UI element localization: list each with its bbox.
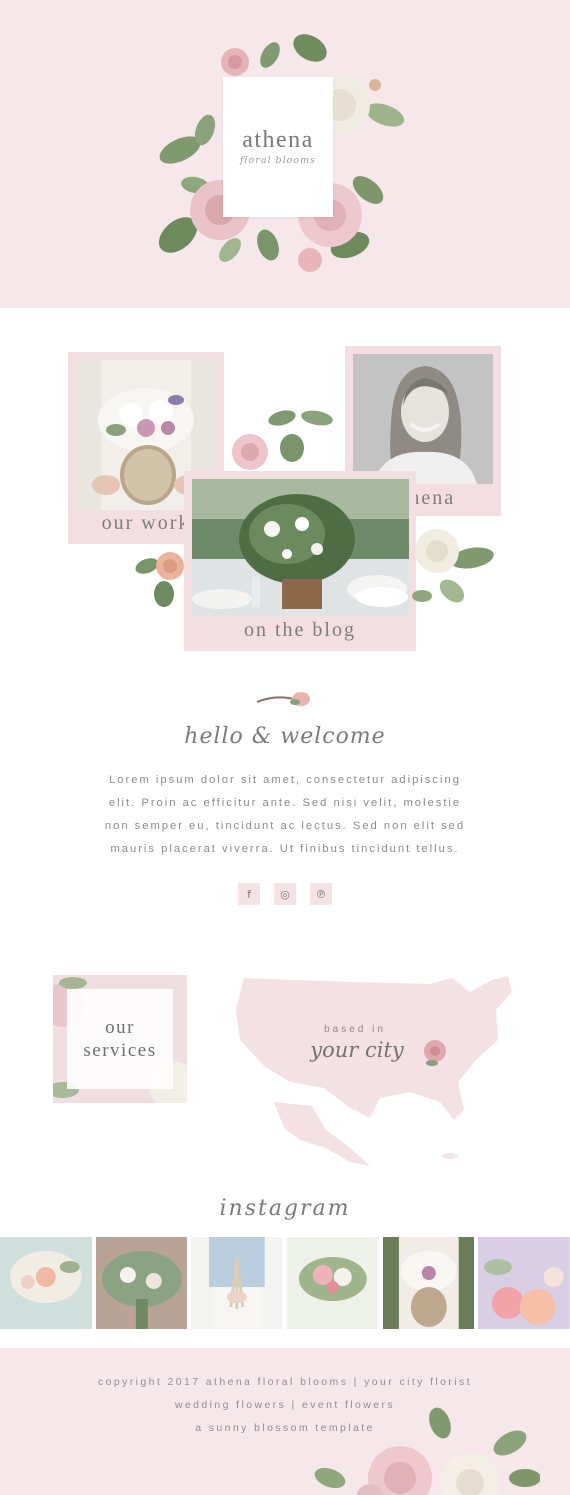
instagram-photo[interactable] (95, 1237, 188, 1329)
usa-map-illustration (236, 976, 512, 1166)
instagram-heading: instagram (219, 1196, 351, 1221)
hero-header: athena floral blooms (0, 0, 570, 308)
blog-label: on the blog (244, 619, 356, 641)
small-rose-icon (424, 1040, 446, 1066)
social-links: f ◎ ℗ (0, 883, 570, 905)
rose-sprig-illustration (232, 410, 333, 470)
peach-flower-illustration (135, 552, 184, 607)
footer: copyright 2017 athena floral blooms | yo… (0, 1348, 570, 1495)
pinterest-icon[interactable]: ℗ (310, 883, 332, 905)
white-rose-illustration (412, 529, 494, 603)
footer-copyright: copyright 2017 athena floral blooms | yo… (97, 1376, 472, 1388)
welcome-section: hello & welcome Lorem ipsum dolor sit am… (0, 688, 570, 905)
instagram-icon[interactable]: ◎ (274, 883, 296, 905)
instagram-feed (0, 1237, 570, 1329)
collage-section: our work athena on the blog (0, 308, 570, 668)
instagram-photo[interactable] (191, 1237, 284, 1329)
rosebud-divider-icon (256, 692, 310, 706)
instagram-photo[interactable] (478, 1237, 570, 1329)
city-name: your city (310, 1038, 404, 1062)
blog-tile[interactable]: on the blog (184, 471, 416, 651)
services-card: our services (67, 989, 173, 1089)
welcome-body: Lorem ipsum dolor sit amet, consectetur … (104, 774, 466, 855)
services-line2: services (83, 1040, 157, 1061)
instagram-photo[interactable] (0, 1237, 92, 1329)
facebook-icon[interactable]: f (238, 883, 260, 905)
portrait-photo (353, 354, 493, 484)
brand-title: athena (242, 127, 314, 153)
logo-card[interactable]: athena floral blooms (223, 77, 333, 217)
services-tile[interactable]: our services (53, 975, 187, 1103)
brand-subtitle: floral blooms (240, 155, 316, 166)
welcome-heading: hello & welcome (184, 724, 386, 749)
footer-floral-illustration (314, 1407, 540, 1495)
table-setting-photo (192, 479, 409, 616)
services-line1: our (105, 1017, 135, 1038)
instagram-photo[interactable] (287, 1237, 379, 1329)
instagram-photo[interactable] (382, 1237, 475, 1329)
based-in-label: based in (324, 1024, 386, 1035)
